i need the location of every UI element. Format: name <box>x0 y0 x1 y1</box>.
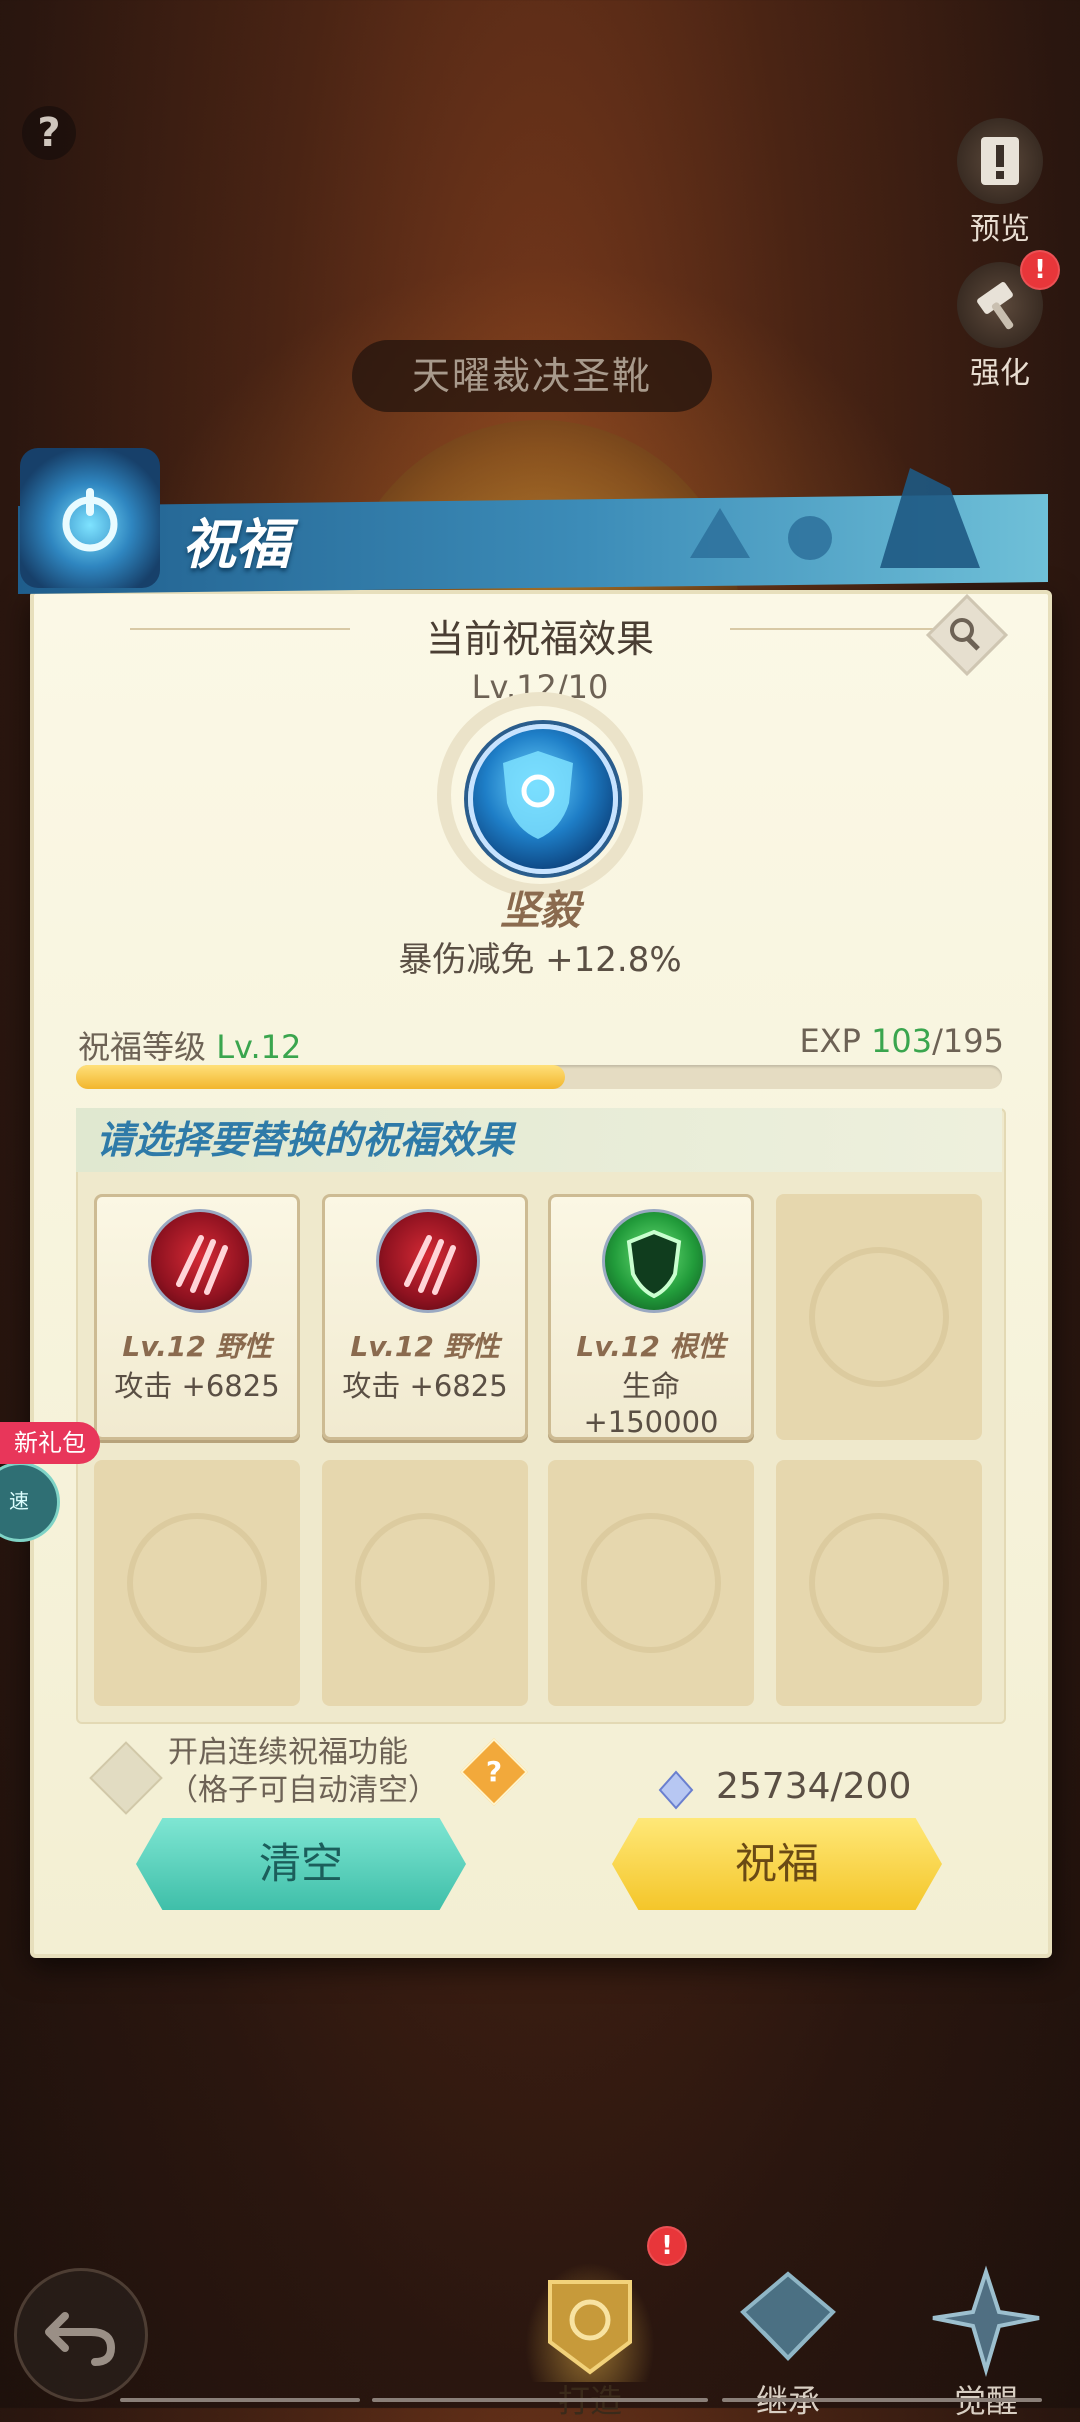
blessing-emblem-icon <box>20 448 160 588</box>
slot-name: Lv.12 野性 <box>350 1330 500 1363</box>
shield-crest-icon <box>602 1209 706 1313</box>
inherit-icon <box>723 2262 853 2382</box>
exp-current: 103 <box>871 1022 933 1060</box>
auto-bless-line1: 开启连续祝福功能 <box>168 1735 408 1770</box>
empty-slot-emblem-icon <box>581 1513 721 1653</box>
preview-icon <box>957 118 1043 204</box>
preview-button[interactable]: 预览 <box>950 118 1050 248</box>
slot-name: Lv.12 野性 <box>122 1330 272 1363</box>
effect-icon <box>468 724 618 874</box>
back-button[interactable] <box>14 2268 148 2402</box>
enhance-alert-badge: ! <box>1020 250 1060 290</box>
exp-value: EXP 103/195 <box>799 1022 1004 1060</box>
forge-alert-badge: ! <box>647 2226 687 2266</box>
forge-icon <box>525 2262 655 2382</box>
slot-stat: 攻击 +6825 <box>342 1369 508 1403</box>
exp-max: /195 <box>932 1022 1004 1060</box>
bottom-divider <box>722 2398 1042 2402</box>
current-effect-title: 当前祝福效果 <box>425 617 654 661</box>
banner-silhouettes <box>690 468 980 568</box>
slot-stat: 生命 +150000 <box>583 1369 719 1439</box>
new-gift-pack-tag[interactable]: 新礼包 <box>0 1422 100 1464</box>
bless-button[interactable]: 祝福 <box>612 1818 942 1910</box>
question-icon: ? <box>485 1755 503 1788</box>
effect-stat: 暴伤减免 +12.8% <box>398 940 682 980</box>
speed-label: 速 <box>9 1489 29 1513</box>
slot-name: Lv.12 根性 <box>576 1330 726 1363</box>
claw-icon <box>148 1209 252 1313</box>
bottom-divider <box>372 2398 708 2402</box>
empty-slot[interactable] <box>548 1460 754 1706</box>
effect-name: 坚毅 <box>500 888 580 934</box>
auto-bless-label: 开启连续祝福功能 （格子可自动清空） <box>168 1734 438 1810</box>
effect-slot-3[interactable]: Lv.12 根性 生命 +150000 <box>548 1194 754 1440</box>
exp-label: EXP <box>799 1022 861 1060</box>
back-arrow-icon <box>45 2312 116 2366</box>
clear-button[interactable]: 清空 <box>136 1818 466 1910</box>
exp-row: 祝福等级 Lv.12 EXP 103/195 <box>78 1022 1004 1068</box>
choose-title: 请选择要替换的祝福效果 <box>76 1108 1002 1172</box>
empty-slot[interactable] <box>94 1460 300 1706</box>
enhance-label: 强化 <box>970 356 1030 391</box>
empty-slot[interactable] <box>776 1194 982 1440</box>
empty-slot-emblem-icon <box>355 1513 495 1653</box>
bless-cost: 25734/200 <box>716 1766 912 1807</box>
effect-slot-2[interactable]: Lv.12 野性 攻击 +6825 <box>322 1194 528 1440</box>
panel-title: 祝福 <box>182 513 290 576</box>
bottom-divider <box>120 2398 360 2402</box>
awaken-icon <box>921 2262 1051 2382</box>
bless-level-label: 祝福等级 <box>78 1028 207 1066</box>
claw-icon <box>376 1209 480 1313</box>
search-icon <box>950 618 980 651</box>
slot-stat: 攻击 +6825 <box>114 1369 280 1403</box>
bless-level-value: Lv.12 <box>216 1028 302 1066</box>
empty-slot-emblem-icon <box>809 1247 949 1387</box>
item-title: 天曜裁决圣靴 <box>352 340 712 412</box>
preview-label: 预览 <box>970 212 1030 247</box>
auto-bless-line2: （格子可自动清空） <box>168 1773 438 1808</box>
empty-slot-emblem-icon <box>809 1513 949 1653</box>
empty-slot-emblem-icon <box>127 1513 267 1653</box>
exp-progress-fill <box>76 1065 565 1089</box>
empty-slot[interactable] <box>776 1460 982 1706</box>
empty-slot[interactable] <box>322 1460 528 1706</box>
crystal-icon <box>658 1770 694 1810</box>
effect-slot-1[interactable]: Lv.12 野性 攻击 +6825 <box>94 1194 300 1440</box>
help-button[interactable]: ? <box>22 106 76 160</box>
exp-progress-bar <box>76 1065 1002 1089</box>
